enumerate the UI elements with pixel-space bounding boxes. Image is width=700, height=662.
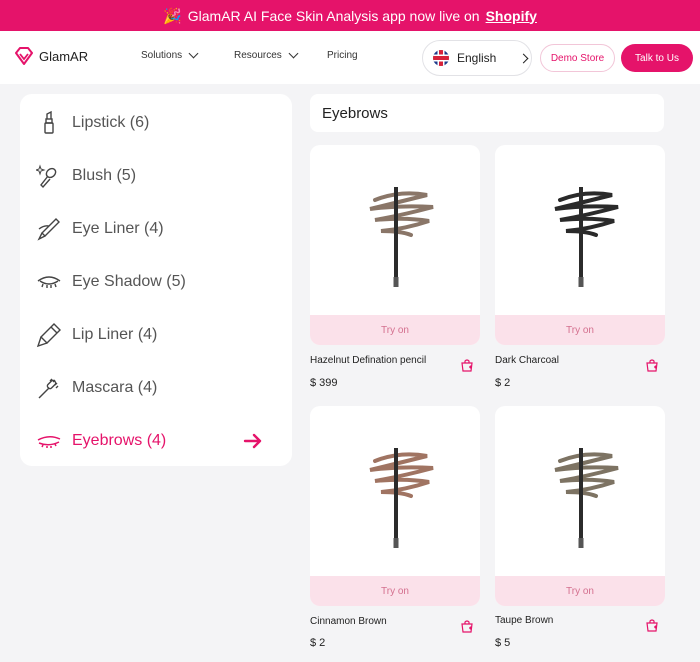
- try-on-button[interactable]: Try on: [310, 315, 480, 345]
- announcement-banner: 🎉 GlamAR AI Face Skin Analysis app now l…: [0, 0, 700, 31]
- logo[interactable]: GlamAR: [14, 47, 88, 65]
- resources-menu[interactable]: Resources: [234, 48, 299, 61]
- solutions-menu[interactable]: Solutions: [141, 48, 199, 61]
- add-to-bag-icon[interactable]: [645, 618, 659, 632]
- product-image: [495, 145, 665, 315]
- party-popper-icon: 🎉: [163, 7, 182, 25]
- logo-text: GlamAR: [39, 48, 89, 64]
- demo-store-button[interactable]: Demo Store: [540, 44, 615, 72]
- sidebar-item-eye-liner[interactable]: Eye Liner (4): [34, 209, 284, 249]
- language-label: English: [457, 51, 497, 65]
- category-sidebar: Lipstick (6) Blush (5) Eye Liner (4) Eye…: [20, 94, 292, 466]
- talk-to-us-button[interactable]: Talk to Us: [621, 44, 693, 72]
- lipstick-icon: [34, 108, 64, 138]
- product-price: $ 2: [310, 637, 326, 649]
- eyebrow-pencil-image: [369, 448, 434, 548]
- sidebar-item-label: Lip Liner (4): [72, 326, 158, 343]
- sidebar-item-mascara[interactable]: Mascara (4): [34, 368, 284, 408]
- top-nav: GlamAR Solutions Resources Pricing Engli…: [0, 31, 700, 84]
- section-heading: Eyebrows: [310, 94, 664, 132]
- product-name[interactable]: Hazelnut Defination pencil: [310, 355, 426, 366]
- sidebar-item-label: Blush (5): [72, 167, 137, 184]
- try-on-button[interactable]: Try on: [310, 576, 480, 606]
- product-image: [310, 406, 480, 576]
- product-name[interactable]: Dark Charcoal: [495, 355, 559, 366]
- chevron-down-icon: [188, 48, 199, 59]
- product-image: [310, 145, 480, 315]
- sidebar-item-eye-shadow[interactable]: Eye Shadow (5): [34, 262, 284, 302]
- blush-icon: [34, 161, 64, 191]
- solutions-label: Solutions: [141, 50, 183, 61]
- try-on-button[interactable]: Try on: [495, 315, 665, 345]
- eyebrow-pencil-image: [369, 187, 434, 287]
- product-name[interactable]: Taupe Brown: [495, 615, 553, 626]
- shopify-link[interactable]: Shopify: [486, 8, 537, 24]
- chevron-down-icon: [288, 48, 299, 59]
- product-card-dark-charcoal[interactable]: Try on: [495, 145, 665, 345]
- pricing-label: Pricing: [327, 50, 358, 61]
- product-image: [495, 406, 665, 576]
- banner-text: GlamAR AI Face Skin Analysis app now liv…: [187, 7, 480, 24]
- sidebar-item-label: Lipstick (6): [72, 114, 150, 131]
- product-price: $ 2: [495, 377, 511, 389]
- eyebrow-pencil-image: [554, 187, 619, 287]
- product-card-taupe-brown[interactable]: Try on: [495, 406, 665, 606]
- page-title: Eyebrows: [322, 104, 388, 122]
- sidebar-item-lipstick[interactable]: Lipstick (6): [34, 103, 284, 143]
- add-to-bag-icon[interactable]: [645, 358, 659, 372]
- mascara-icon: [34, 373, 64, 403]
- chevron-right-icon: [518, 53, 529, 63]
- sidebar-item-blush[interactable]: Blush (5): [34, 156, 284, 196]
- sidebar-item-label: Eye Liner (4): [72, 220, 164, 237]
- lipliner-icon: [34, 320, 64, 350]
- product-card-cinnamon-brown[interactable]: Try on: [310, 406, 480, 606]
- product-name[interactable]: Cinnamon Brown: [310, 616, 387, 627]
- diamond-logo-icon: [15, 47, 33, 65]
- uk-flag-icon: [433, 50, 449, 66]
- eyeliner-icon: [34, 214, 64, 244]
- try-on-button[interactable]: Try on: [495, 576, 665, 606]
- add-to-bag-icon[interactable]: [460, 619, 474, 633]
- eyebrow-pencil-image: [554, 448, 619, 548]
- pricing-link[interactable]: Pricing: [327, 50, 358, 61]
- resources-label: Resources: [234, 50, 282, 61]
- sidebar-item-label: Eyebrows (4): [72, 432, 167, 449]
- product-price: $ 5: [495, 637, 511, 649]
- language-selector[interactable]: English: [422, 40, 532, 76]
- sidebar-item-label: Mascara (4): [72, 379, 158, 396]
- product-price: $ 399: [310, 377, 338, 389]
- product-card-hazelnut[interactable]: Try on: [310, 145, 480, 345]
- eyebrow-icon: [34, 426, 64, 456]
- sidebar-item-lip-liner[interactable]: Lip Liner (4): [34, 315, 284, 355]
- eyeshadow-icon: [34, 267, 64, 297]
- sidebar-item-label: Eye Shadow (5): [72, 273, 186, 290]
- sidebar-item-eyebrows[interactable]: Eyebrows (4): [34, 421, 284, 461]
- arrow-right-icon: [243, 433, 262, 449]
- add-to-bag-icon[interactable]: [460, 358, 474, 372]
